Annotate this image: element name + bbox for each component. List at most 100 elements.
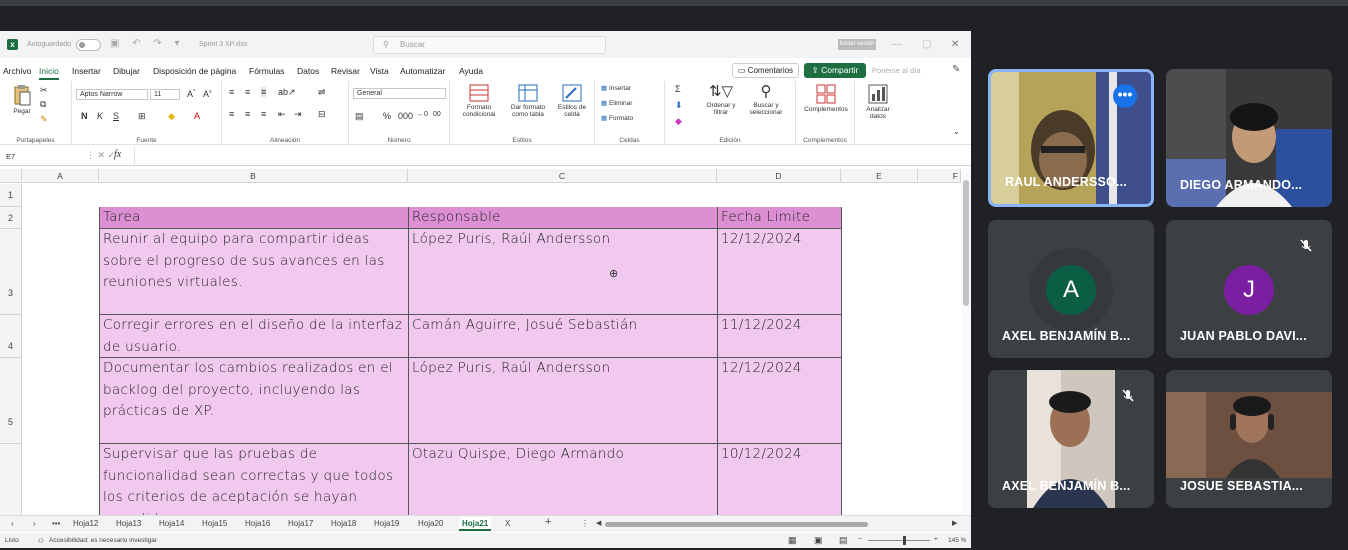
- page-layout-icon[interactable]: ▣: [814, 535, 823, 546]
- tab-disposicion[interactable]: Disposición de página: [153, 66, 236, 76]
- tab-datos[interactable]: Datos: [297, 66, 319, 76]
- zoom-out-icon[interactable]: −: [858, 536, 862, 543]
- sheet-tab[interactable]: Hoja13: [116, 519, 141, 528]
- scroll-left-icon[interactable]: ◀: [596, 519, 601, 527]
- copy-icon[interactable]: ⧉: [40, 99, 46, 110]
- horizontal-scroll-thumb[interactable]: [605, 522, 868, 527]
- sheet-tab[interactable]: X: [505, 519, 510, 528]
- tab-revisar[interactable]: Revisar: [331, 66, 360, 76]
- conditional-format-button[interactable]: Formato condicional: [455, 84, 503, 118]
- participant-tile-axel[interactable]: A AXEL BENJAMÍN B...: [988, 220, 1154, 358]
- participant-tile-axel-video[interactable]: AXEL BENJAMÍN B...: [988, 370, 1154, 508]
- delete-cells-button[interactable]: ▦ Eliminar: [601, 100, 632, 107]
- sheet-tab[interactable]: Hoja15: [202, 519, 227, 528]
- header-cell-fecha[interactable]: Fecha Limite: [718, 207, 842, 229]
- column-header-e[interactable]: E: [841, 169, 918, 183]
- add-sheet-icon[interactable]: +: [545, 516, 551, 528]
- wrap-text-icon[interactable]: ⇌: [318, 87, 326, 98]
- column-header-b[interactable]: B: [99, 169, 408, 183]
- autosum-icon[interactable]: Σ: [675, 84, 681, 94]
- row-header-3[interactable]: 3: [0, 229, 22, 315]
- fill-icon[interactable]: ⬇: [675, 100, 683, 111]
- row-header-4[interactable]: 4: [0, 315, 22, 358]
- analyze-data-button[interactable]: Analizar datos: [859, 84, 897, 120]
- tab-formulas[interactable]: Fórmulas: [249, 66, 284, 76]
- align-bottom-icon[interactable]: ≡: [261, 87, 267, 97]
- format-as-table-button[interactable]: Dar formato como tabla: [505, 84, 551, 118]
- sheet-tab-active[interactable]: Hoja21: [459, 517, 492, 531]
- zoom-slider-thumb[interactable]: [903, 536, 906, 545]
- font-name-select[interactable]: Aptos Narrow: [76, 89, 148, 100]
- zoom-level[interactable]: 145 %: [948, 537, 966, 544]
- close-icon[interactable]: ✕: [951, 39, 959, 50]
- zoom-slider[interactable]: [868, 540, 930, 541]
- header-cell-tarea[interactable]: Tarea: [99, 207, 409, 229]
- table-cell-task[interactable]: Corregir errores en el diseño de la inte…: [99, 315, 409, 358]
- merge-center-icon[interactable]: ⊟: [318, 109, 326, 120]
- cut-icon[interactable]: ✂: [40, 85, 48, 96]
- next-sheet-icon[interactable]: ›: [33, 519, 36, 528]
- table-cell-task[interactable]: Supervisar que las pruebas de funcionali…: [99, 444, 409, 515]
- row-header-2[interactable]: 2: [0, 207, 22, 229]
- comments-button[interactable]: ▭ Comentarios: [732, 63, 799, 78]
- column-header-f[interactable]: F: [918, 169, 961, 183]
- increase-decimal-icon[interactable]: ←0: [417, 111, 428, 118]
- sheet-tab[interactable]: Hoja12: [73, 519, 98, 528]
- signin-button[interactable]: Iniciar sesión: [838, 39, 876, 50]
- zoom-in-icon[interactable]: +: [934, 536, 938, 543]
- autosave-toggle[interactable]: [76, 39, 101, 51]
- column-header-a[interactable]: A: [22, 169, 99, 183]
- header-cell-responsable[interactable]: Responsable: [409, 207, 718, 229]
- align-top-icon[interactable]: ≡: [229, 87, 234, 97]
- format-painter-icon[interactable]: ✎: [40, 114, 48, 125]
- tab-inicio[interactable]: Inicio: [39, 66, 59, 80]
- sheet-tab[interactable]: Hoja20: [418, 519, 443, 528]
- horizontal-scrollbar[interactable]: [602, 521, 952, 528]
- vertical-scroll-thumb[interactable]: [963, 180, 969, 306]
- decrease-decimal-icon[interactable]: 00: [433, 111, 441, 118]
- column-header-c[interactable]: C: [408, 169, 717, 183]
- table-cell-date[interactable]: 10/12/2024: [718, 444, 842, 515]
- sheet-tab[interactable]: Hoja19: [374, 519, 399, 528]
- maximize-icon[interactable]: ▢: [922, 39, 931, 50]
- tab-vista[interactable]: Vista: [370, 66, 389, 76]
- prev-sheet-icon[interactable]: ‹: [11, 519, 14, 528]
- tab-dibujar[interactable]: Dibujar: [113, 66, 140, 76]
- increase-indent-icon[interactable]: ⇥: [294, 109, 302, 120]
- grow-font-icon[interactable]: A^: [187, 89, 195, 99]
- italic-icon[interactable]: K: [97, 111, 103, 121]
- accessibility-status[interactable]: Accesibilidad: es necesario investigar: [49, 537, 157, 544]
- borders-icon[interactable]: ⊞: [138, 111, 146, 122]
- pen-icon[interactable]: ✎: [952, 64, 960, 75]
- font-color-icon[interactable]: A: [194, 111, 200, 121]
- align-center-icon[interactable]: ≡: [245, 109, 250, 119]
- catch-up-button[interactable]: Ponerse al día: [872, 66, 920, 75]
- tab-automatizar[interactable]: Automatizar: [400, 66, 445, 76]
- bold-icon[interactable]: N: [81, 111, 88, 121]
- clear-icon[interactable]: ◆: [675, 116, 682, 127]
- tab-insertar[interactable]: Insertar: [72, 66, 101, 76]
- row-header-6[interactable]: [0, 444, 22, 515]
- number-format-select[interactable]: General: [353, 88, 446, 99]
- select-all-corner[interactable]: [0, 169, 22, 183]
- fill-color-icon[interactable]: ◆: [168, 111, 175, 122]
- paste-button[interactable]: Pegar: [8, 84, 36, 115]
- name-box[interactable]: E7: [4, 150, 68, 163]
- table-cell-date[interactable]: 11/12/2024: [718, 315, 842, 358]
- underline-icon[interactable]: S: [113, 111, 119, 121]
- formula-cancel-confirm-icons[interactable]: ⋮ ✕ ✓: [86, 150, 115, 161]
- align-middle-icon[interactable]: ≡: [245, 87, 250, 97]
- share-button[interactable]: ⇪ Compartir: [804, 63, 866, 78]
- participant-tile-diego[interactable]: DIEGO ARMANDO...: [1166, 69, 1332, 207]
- sheet-tab[interactable]: Hoja16: [245, 519, 270, 528]
- formula-input[interactable]: [134, 148, 964, 164]
- sheet-options-icon[interactable]: ⋮: [581, 519, 589, 528]
- sheet-tab[interactable]: Hoja17: [288, 519, 313, 528]
- more-sheets-icon[interactable]: •••: [52, 519, 60, 528]
- tab-ayuda[interactable]: Ayuda: [459, 66, 483, 76]
- comma-icon[interactable]: 000: [398, 111, 413, 121]
- tab-archivo[interactable]: Archivo: [3, 66, 31, 76]
- percent-icon[interactable]: %: [383, 111, 391, 121]
- table-cell-date[interactable]: 12/12/2024: [718, 229, 842, 315]
- row-header-5[interactable]: 5: [0, 358, 22, 444]
